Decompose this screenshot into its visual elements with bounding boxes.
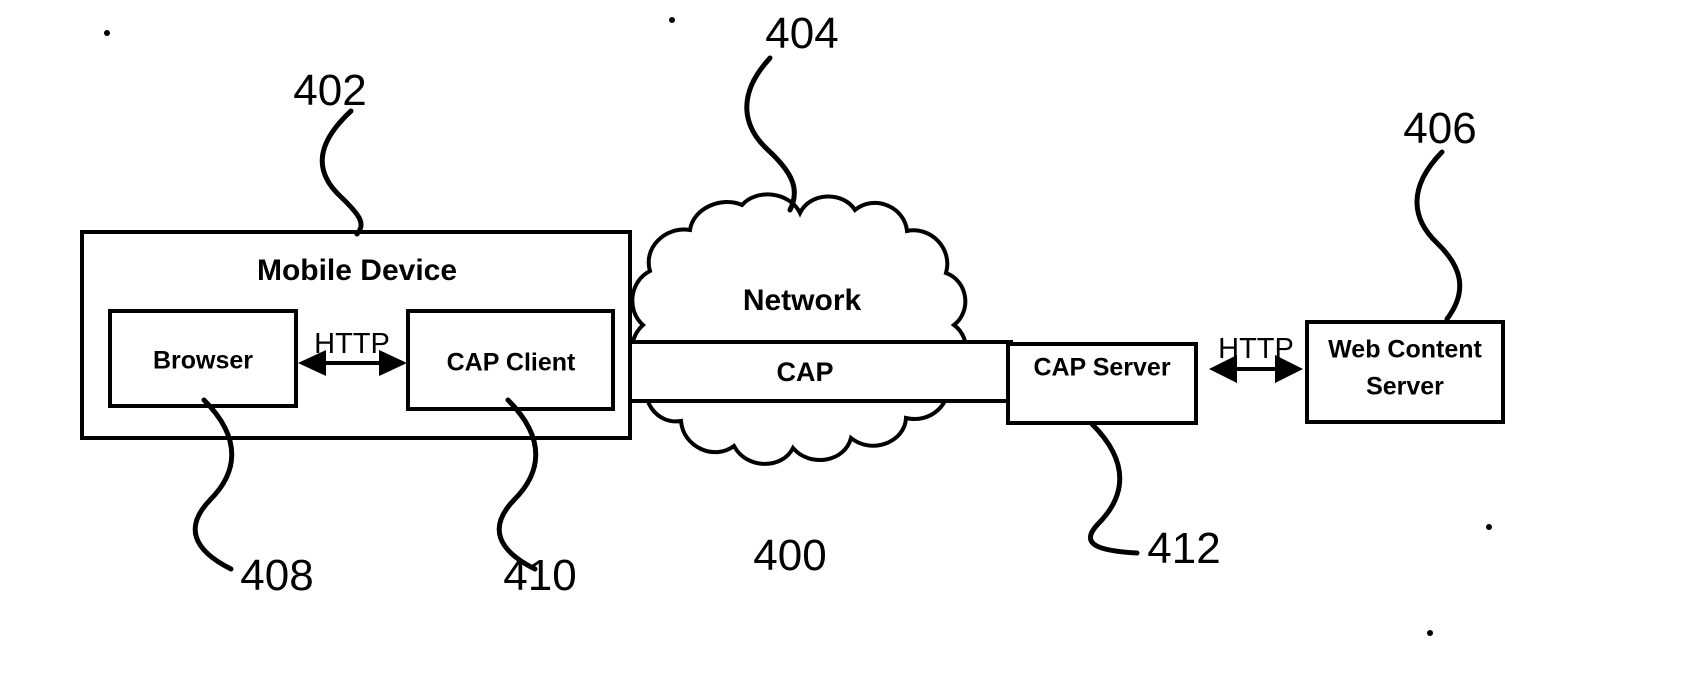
cap-client-label: CAP Client — [447, 349, 576, 377]
web-content-server-label-line2: Server — [1366, 373, 1444, 401]
http-label-left: HTTP — [314, 328, 390, 360]
scan-speck-bottom — [1427, 630, 1433, 636]
ref-number-406: 406 — [1403, 104, 1476, 153]
ref-number-408: 408 — [240, 551, 313, 600]
ref-number-400: 400 — [753, 531, 826, 580]
ref-number-410: 410 — [503, 551, 576, 600]
patent-figure: Mobile Device Browser CAP Client Network… — [80, 9, 1505, 636]
leader-line-406 — [1414, 149, 1463, 322]
cap-server-label: CAP Server — [1033, 354, 1170, 382]
scan-speck-right — [1486, 524, 1492, 530]
ref-number-412: 412 — [1147, 524, 1220, 573]
ref-number-404: 404 — [765, 9, 838, 58]
browser-label: Browser — [153, 347, 253, 375]
network-cloud-group — [629, 192, 969, 466]
mobile-device-label: Mobile Device — [257, 254, 457, 287]
http-label-right: HTTP — [1218, 333, 1294, 365]
leader-line-412 — [1088, 421, 1140, 556]
cap-pipe-label: CAP — [776, 357, 833, 387]
network-label: Network — [743, 284, 862, 317]
scan-speck-top-left — [104, 30, 110, 36]
network-cloud-shape — [629, 192, 969, 466]
leader-line-402 — [319, 108, 364, 237]
web-content-server-label-line1: Web Content — [1328, 336, 1482, 364]
ref-number-402: 402 — [293, 66, 366, 115]
scan-speck-top-mid — [669, 17, 675, 23]
leader-line-404 — [744, 55, 797, 213]
